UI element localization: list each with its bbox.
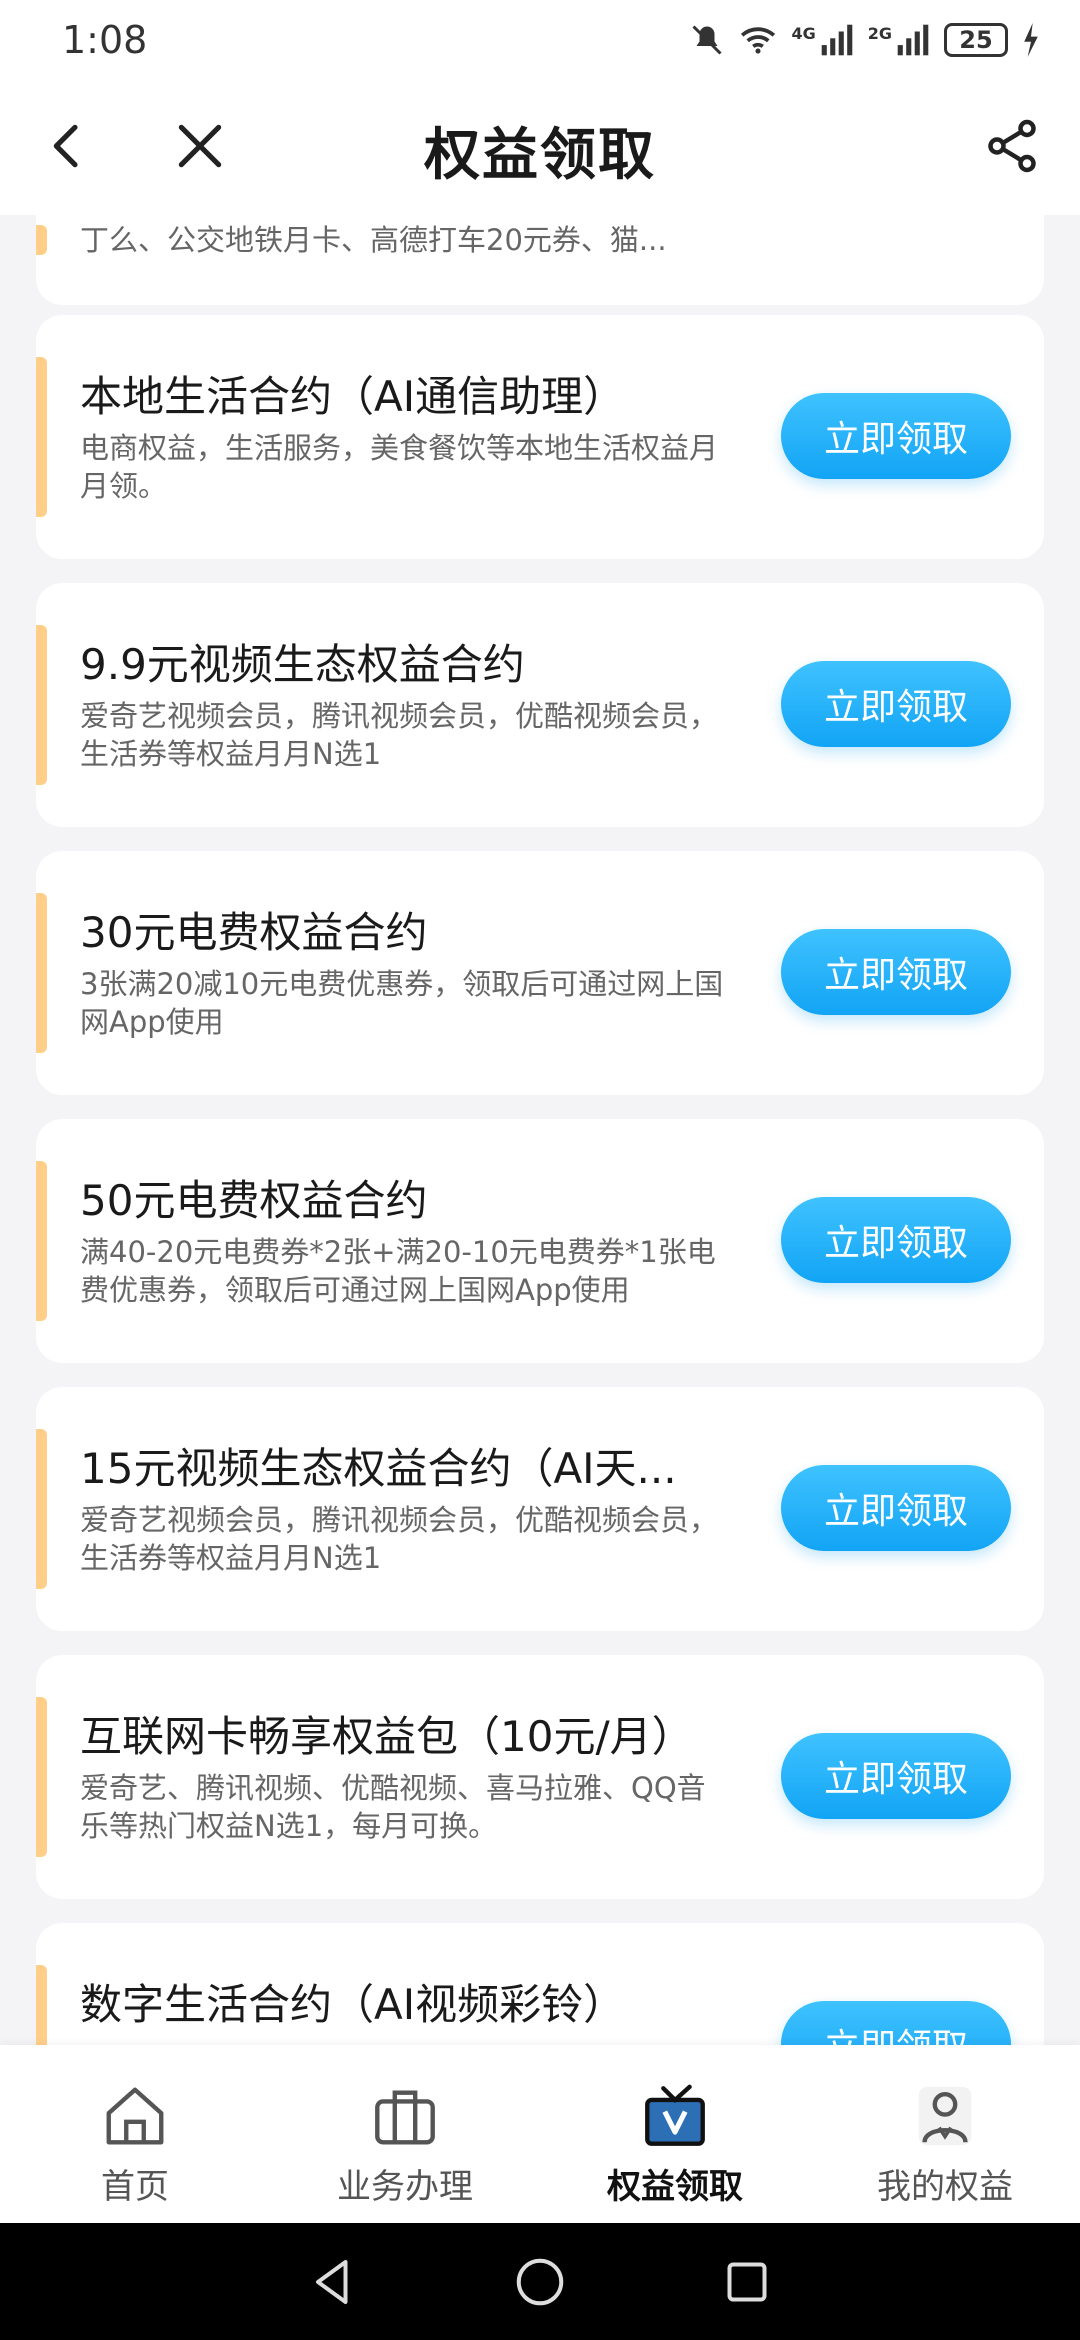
battery-level: 25 xyxy=(959,26,993,54)
system-nav-bar xyxy=(0,2223,1080,2340)
briefcase-icon xyxy=(375,2090,435,2145)
nav-label: 业务办理 xyxy=(337,2167,473,2207)
card-description: 爱奇艺视频会员，腾讯视频会员，优酷视频会员，生活券等权益月月N选1 xyxy=(80,1503,719,1575)
nav-label: 我的权益 xyxy=(877,2167,1013,2207)
claim-button[interactable]: 立即领取 xyxy=(781,1465,1011,1551)
benefit-card: 30元电费权益合约 3张满20减10元电费优惠券，领取后可通过网上国网App使用… xyxy=(36,851,1044,1095)
benefit-card: 50元电费权益合约 满40-20元电费券*2张+满20-10元电费券*1张电费优… xyxy=(36,1119,1044,1363)
card-accent-bar xyxy=(36,893,47,1053)
nav-home[interactable]: 首页 xyxy=(0,2045,270,2223)
claim-button[interactable]: 立即领取 xyxy=(781,1733,1011,1819)
card-title: 本地生活合约（AI通信助理） xyxy=(80,372,626,421)
system-home-icon[interactable] xyxy=(510,2252,570,2312)
bottom-nav: 首页 业务办理 权益领取 我的权益 xyxy=(0,2045,1080,2223)
charging-icon xyxy=(1024,23,1038,57)
claim-button[interactable]: 立即领取 xyxy=(781,2001,1011,2045)
card-description: 爱奇艺视频会员，腾讯视频会员，优酷视频会员，生活券等权益月月N选1 xyxy=(80,699,719,771)
nav-label: 首页 xyxy=(101,2167,169,2207)
card-title: 数字生活合约（AI视频彩铃） xyxy=(80,1980,626,2029)
mute-bell-icon xyxy=(692,25,723,55)
card-description: 爱奇艺、腾讯视频、优酷视频、喜马拉雅、QQ音乐等热门权益N选1，每月可换。 xyxy=(80,1771,706,1843)
header: 权益领取 xyxy=(0,80,1080,215)
card-description: 3张满20减10元电费优惠券，领取后可通过网上国网App使用 xyxy=(80,967,724,1039)
system-recents-icon[interactable] xyxy=(717,2252,777,2312)
card-title: 30元电费权益合约 xyxy=(80,908,428,957)
claim-button[interactable]: 立即领取 xyxy=(781,1197,1011,1283)
card-title: 50元电费权益合约 xyxy=(80,1176,428,1225)
status-bar: 1:08 4G 2G 25 xyxy=(0,0,1080,80)
card-accent-bar xyxy=(36,1161,47,1321)
card-accent-bar xyxy=(36,625,47,785)
card-accent-bar xyxy=(36,1429,47,1589)
card-accent-bar xyxy=(36,1697,47,1857)
claim-button[interactable]: 立即领取 xyxy=(781,393,1011,479)
share-icon[interactable] xyxy=(982,116,1042,176)
tv-icon xyxy=(645,2084,705,2146)
status-time: 1:08 xyxy=(62,18,148,62)
home-icon xyxy=(106,2087,164,2145)
signal-icon xyxy=(821,24,853,56)
card-description: 丁么、公交地铁月卡、高德打车20元券、猫... xyxy=(80,223,667,257)
nav-benefits[interactable]: 权益领取 xyxy=(540,2045,810,2223)
card-accent-bar xyxy=(36,225,47,255)
nav-label: 权益领取 xyxy=(607,2167,743,2207)
card-title: 15元视频生态权益合约（AI天... xyxy=(80,1444,677,1493)
card-title: 9.9元视频生态权益合约 xyxy=(80,640,525,689)
battery-indicator: 25 xyxy=(944,23,1008,57)
nav-my-benefits[interactable]: 我的权益 xyxy=(810,2045,1080,2223)
signal-icon-2 xyxy=(897,24,929,56)
card-title: 互联网卡畅享权益包（10元/月） xyxy=(80,1712,694,1761)
user-icon xyxy=(918,2086,972,2146)
benefits-list[interactable]: 丁么、公交地铁月卡、高德打车20元券、猫... 本地生活合约（AI通信助理） 电… xyxy=(0,215,1080,2045)
nav-business[interactable]: 业务办理 xyxy=(270,2045,540,2223)
benefit-card: 数字生活合约（AI视频彩铃） 立即领取 xyxy=(36,1923,1044,2045)
benefit-card: 丁么、公交地铁月卡、高德打车20元券、猫... xyxy=(36,215,1044,305)
card-accent-bar xyxy=(36,357,47,517)
card-accent-bar xyxy=(36,1965,47,2045)
page-title: 权益领取 xyxy=(424,123,656,188)
benefit-card: 9.9元视频生态权益合约 爱奇艺视频会员，腾讯视频会员，优酷视频会员，生活券等权… xyxy=(36,583,1044,827)
benefit-card: 15元视频生态权益合约（AI天... 爱奇艺视频会员，腾讯视频会员，优酷视频会员… xyxy=(36,1387,1044,1631)
status-icons: 4G 2G 25 xyxy=(689,22,1040,58)
benefit-card: 本地生活合约（AI通信助理） 电商权益，生活服务，美食餐饮等本地生活权益月月领。… xyxy=(36,315,1044,559)
card-description: 电商权益，生活服务，美食餐饮等本地生活权益月月领。 xyxy=(80,431,719,503)
network-label-2: 2G xyxy=(867,23,892,43)
network-label-1: 4G xyxy=(791,23,816,43)
wifi-icon xyxy=(741,27,776,54)
claim-button[interactable]: 立即领取 xyxy=(781,929,1011,1015)
card-description: 满40-20元电费券*2张+满20-10元电费券*1张电费优惠券，领取后可通过网… xyxy=(80,1235,716,1307)
claim-button[interactable]: 立即领取 xyxy=(781,661,1011,747)
system-back-icon[interactable] xyxy=(303,2252,363,2312)
benefit-card: 互联网卡畅享权益包（10元/月） 爱奇艺、腾讯视频、优酷视频、喜马拉雅、QQ音乐… xyxy=(36,1655,1044,1899)
